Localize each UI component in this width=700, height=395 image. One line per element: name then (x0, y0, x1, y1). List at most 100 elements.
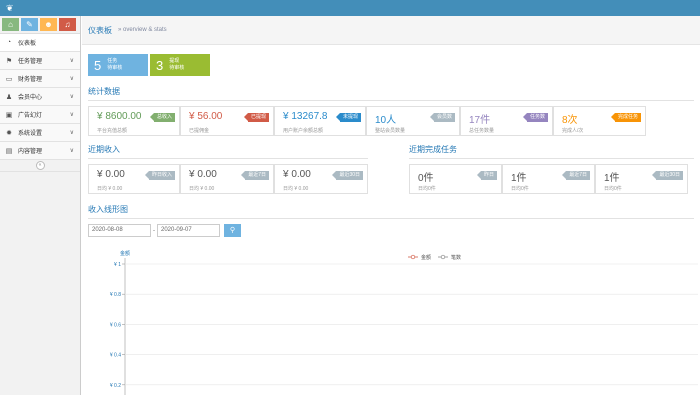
date-range: 2020-08-08 - 2020-09-07 ⚲ (88, 224, 241, 237)
page-title: 仪表板 (88, 25, 112, 35)
sidebar-item-ads[interactable]: ▣ 广告幻灯 ∨ (0, 106, 80, 124)
sidebar-item-label: 会员中心 (18, 95, 43, 101)
date-from-input[interactable]: 2020-08-08 (88, 224, 151, 237)
stat-tag: 完成任务 (610, 113, 641, 122)
stat-box: 17件 总任务数量 任务数 (460, 106, 553, 136)
home-icon[interactable]: ⌂ (2, 18, 19, 31)
stat-value: 8次 (562, 115, 578, 126)
card-icon: ▭ (5, 75, 13, 83)
task-value: 0件 (418, 173, 434, 184)
y-tick-label: ¥ 0.8 (110, 292, 121, 298)
sidebar-item-label: 仪表板 (18, 41, 37, 47)
stat-tag: 未提现 (335, 113, 361, 122)
stat-value: ¥ 8600.00 (97, 111, 142, 122)
sidebar-item-members[interactable]: ♟ 会员中心 ∨ (0, 88, 80, 106)
user-icon: ♟ (5, 93, 13, 101)
chevron-down-icon: ∨ (69, 58, 74, 64)
sidebar-item-label: 广告幻灯 (18, 113, 43, 119)
income-tag: 昨日收入 (144, 171, 175, 180)
stat-box: ¥ 56.00 已提佣金 已提现 (180, 106, 274, 136)
sidebar-item-content[interactable]: ▤ 内容管理 ∨ (0, 142, 80, 160)
sidebar-item-dashboard[interactable]: ◔ 仪表板 (0, 34, 80, 52)
stat-box: ¥ 8600.00 平台充值总额 总收入 (88, 106, 180, 136)
legend-label: 金额 (421, 254, 431, 261)
stat-box: 8次 完成人/次 完成任务 (553, 106, 646, 136)
sidebar-item-finance[interactable]: ▭ 财务管理 ∨ (0, 70, 80, 88)
stat-sub: 完成人/次 (562, 128, 584, 134)
stat-sub: 用户账户余额总额 (283, 128, 324, 134)
stat-sub: 整站会员数量 (375, 128, 406, 134)
date-separator: - (153, 227, 155, 234)
leaf-icon[interactable]: ❦ (6, 3, 16, 13)
income-heading: 近期收入 (88, 144, 368, 159)
breadcrumb: 仪表板 » overview & stats (82, 16, 700, 45)
task-sub: 日均0件 (418, 186, 436, 192)
income-value: ¥ 0.00 (283, 169, 311, 180)
pending-withdraw-tile[interactable]: 3 提现 待审核 (150, 54, 210, 76)
bell-icon[interactable]: ♫ (59, 18, 76, 31)
chevron-down-icon: ∨ (69, 112, 74, 118)
sidebar-item-label: 内容管理 (18, 149, 43, 155)
income-sub: 日均 ¥ 0.00 (97, 186, 123, 192)
legend-label: 笔数 (451, 254, 461, 261)
date-to-input[interactable]: 2020-09-07 (157, 224, 220, 237)
search-button[interactable]: ⚲ (224, 224, 241, 237)
task-sub: 日均0件 (604, 186, 622, 192)
chevron-down-icon: ∨ (69, 94, 74, 100)
sidebar-item-settings[interactable]: ✹ 系统设置 ∨ (0, 124, 80, 142)
income-value: ¥ 0.00 (189, 169, 217, 180)
stat-sub: 平台充值总额 (97, 128, 128, 134)
y-axis-label: 金额 (120, 250, 130, 257)
sidebar-item-label: 任务管理 (18, 59, 43, 65)
sidebar: ⌂ ✎ ☻ ♫ ◔ 仪表板 ⚑ 任务管理 ∨ ▭ 财务管理 ∨ ♟ 会员中心 ∨… (0, 16, 81, 395)
stat-tag: 已提现 (243, 113, 269, 122)
stat-sub: 已提佣金 (189, 128, 210, 134)
tile-count: 3 (156, 57, 164, 73)
pending-tiles: 5 任务 待审核 3 提现 待审核 (88, 54, 210, 76)
y-tick-label: ¥ 0.6 (110, 322, 121, 328)
task-sub: 日均0件 (511, 186, 529, 192)
income-sub: 日均 ¥ 0.00 (283, 186, 309, 192)
sidebar-item-tasks[interactable]: ⚑ 任务管理 ∨ (0, 52, 80, 70)
income-sub: 日均 ¥ 0.00 (189, 186, 215, 192)
task-value: 1件 (604, 173, 620, 184)
main-content: 仪表板 » overview & stats 5 任务 待审核 3 提现 待审核 统… (82, 16, 700, 395)
users-icon[interactable]: ☻ (40, 18, 57, 31)
tile-label: 提现 待审核 (169, 58, 185, 71)
legend-marker (410, 254, 416, 260)
dashboard-icon: ◔ (6, 39, 12, 46)
stat-value: ¥ 13267.8 (283, 111, 328, 122)
stat-value: 17件 (469, 115, 491, 126)
sidebar-collapse: « (0, 160, 80, 172)
stat-box: ¥ 13267.8 用户账户余额总额 未提现 (274, 106, 366, 136)
gear-icon: ✹ (6, 129, 12, 137)
stat-value: ¥ 56.00 (189, 111, 223, 122)
trend-heading: 收入线形图 (88, 204, 694, 219)
legend-marker (440, 254, 446, 260)
y-tick-label: ¥ 0.4 (110, 353, 121, 359)
double-chevron-left-icon[interactable]: « (35, 161, 45, 170)
pending-task-tile[interactable]: 5 任务 待审核 (88, 54, 148, 76)
income-box: ¥ 0.00 日均 ¥ 0.00 昨日收入 (88, 164, 180, 194)
tasks-heading: 近期完成任务 (409, 144, 694, 159)
top-navbar: ❦ (0, 0, 700, 16)
flag-icon: ⚑ (5, 57, 13, 65)
task-value: 1件 (511, 173, 527, 184)
y-tick-label: ¥ 1 (114, 262, 121, 268)
income-tag: 最近30日 (332, 171, 363, 180)
page-subtitle: » overview & stats (118, 27, 167, 33)
pencil-icon[interactable]: ✎ (21, 18, 38, 31)
income-tag: 最近7日 (241, 171, 269, 180)
sidebar-item-label: 系统设置 (18, 131, 43, 137)
income-box: ¥ 0.00 日均 ¥ 0.00 最近7日 (180, 164, 274, 194)
sidebar-item-label: 财务管理 (18, 77, 43, 83)
stat-box: 10人 整站会员数量 会员数 (366, 106, 460, 136)
income-box: ¥ 0.00 日均 ¥ 0.00 最近30日 (274, 164, 368, 194)
book-icon: ▤ (5, 147, 13, 155)
chevron-down-icon: ∨ (69, 130, 74, 136)
search-icon: ⚲ (229, 227, 236, 234)
image-icon: ▣ (5, 111, 13, 119)
stat-tag: 会员数 (429, 113, 455, 122)
tile-count: 5 (94, 57, 102, 73)
task-box: 1件 日均0件 最近30日 (595, 164, 688, 194)
